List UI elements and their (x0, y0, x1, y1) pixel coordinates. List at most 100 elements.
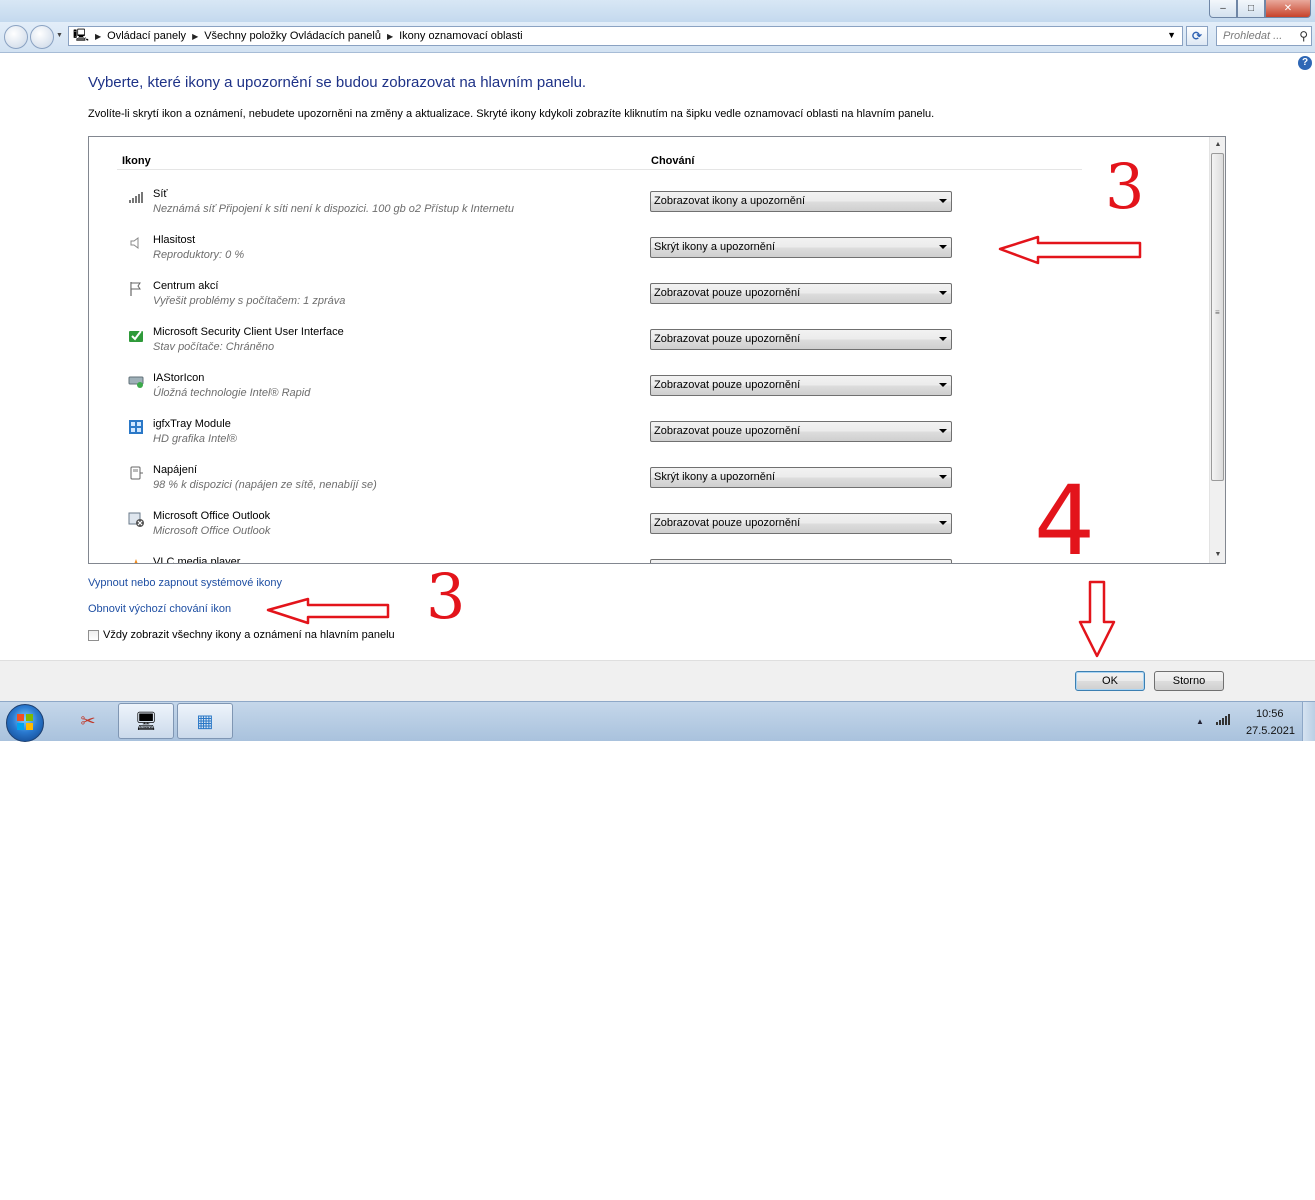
item-name: Microsoft Security Client User Interface (153, 326, 344, 338)
computer-tower-icon: 🖥 (134, 710, 158, 731)
item-name: IAStorIcon (153, 372, 205, 384)
clock-time[interactable]: 10:56 (1256, 708, 1284, 720)
item-name: Microsoft Office Outlook (153, 510, 271, 522)
behavior-select[interactable]: Zobrazovat pouze upozornění (650, 329, 952, 350)
start-button[interactable] (6, 704, 44, 742)
recent-pages-chevron-icon[interactable]: ▼ (56, 32, 63, 39)
breadcrumb-all-items[interactable]: Všechny položky Ovládacích panelů (204, 30, 381, 42)
item-name: Hlasitost (153, 234, 196, 246)
item-name: Napájení (153, 464, 198, 476)
list-item: Microsoft Security Client User Interface… (89, 322, 1209, 368)
search-icon[interactable]: ⚲ (1299, 29, 1308, 43)
dialog-footer: OK Storno (0, 660, 1315, 702)
dropdown-arrow-icon (939, 521, 947, 525)
breadcrumb-separator-icon[interactable]: ▶ (192, 32, 198, 41)
scroll-down-icon[interactable]: ▼ (1210, 547, 1225, 563)
show-desktop-button[interactable] (1302, 702, 1315, 741)
help-icon[interactable]: ? (1298, 56, 1312, 70)
dropdown-arrow-icon (939, 475, 947, 479)
taskbar: ✂ 🖥 ▦ ▲ 10:56 27.5.2021 (0, 701, 1315, 742)
grip-icon: ≡ (1215, 308, 1220, 317)
scroll-thumb[interactable]: ≡ (1211, 153, 1224, 481)
item-description: Reproduktory: 0 % (153, 249, 245, 261)
annotation-arrow-down (1078, 580, 1116, 658)
forward-button[interactable] (30, 25, 54, 49)
taskbar-control-panel[interactable]: ▦ (177, 703, 233, 739)
item-description: Úložná technologie Intel® Rapid (153, 387, 311, 399)
behavior-select[interactable]: Zobrazovat pouze upozornění (650, 375, 952, 396)
behavior-select[interactable]: Zobrazovat pouze upozornění (650, 421, 952, 442)
cancel-button[interactable]: Storno (1154, 671, 1224, 691)
header-divider (117, 169, 1082, 170)
speaker-icon (127, 234, 145, 252)
search-input[interactable]: Prohledat ... ⚲ (1216, 26, 1312, 46)
item-description: Neznámá síť Připojení k síti není k disp… (153, 203, 514, 215)
item-name: Síť (153, 188, 168, 200)
vlc-cone-icon (127, 556, 145, 563)
behavior-select[interactable]: Zobrazovat ikony a upozornění (650, 191, 952, 212)
show-hidden-icons-chevron-icon[interactable]: ▲ (1196, 717, 1204, 726)
tray-network-icon[interactable] (1215, 713, 1231, 728)
navigation-bar: ▼ 🖳 ▶ Ovládací panely ▶ Všechny položky … (0, 22, 1315, 53)
behavior-select[interactable]: Zobrazovat pouze upozornění (650, 283, 952, 304)
windows-logo-icon (17, 714, 33, 730)
taskbar-snipping-tool[interactable]: ✂ (60, 703, 116, 739)
control-panel-icon: ▦ (196, 710, 214, 731)
window-titlebar: – □ ✕ (0, 0, 1315, 22)
behavior-select[interactable]: Skrýt ikony a upozornění (650, 237, 952, 258)
item-description: HD grafika Intel® (153, 433, 237, 445)
ok-button[interactable]: OK (1075, 671, 1145, 691)
control-panel-icon: 🖳 (73, 27, 90, 42)
refresh-button[interactable]: ⟳ (1186, 26, 1208, 46)
dropdown-arrow-icon (939, 245, 947, 249)
column-header-icons: Ikony (122, 155, 151, 167)
restore-defaults-link[interactable]: Obnovit výchozí chování ikon (88, 603, 231, 615)
taskbar-explorer[interactable]: 🖥 (118, 703, 174, 739)
dropdown-arrow-icon (939, 291, 947, 295)
behavior-select[interactable]: Zobrazovat pouze upozornění (650, 513, 952, 534)
annotation-arrow-bottom (266, 597, 390, 625)
graphics-icon (127, 418, 145, 436)
minimize-button[interactable]: – (1209, 0, 1237, 18)
address-dropdown-icon[interactable]: ▼ (1167, 30, 1176, 40)
column-header-behavior: Chování (651, 155, 695, 167)
item-description: 98 % k dispozici (napájen ze sítě, nenab… (153, 479, 377, 491)
dropdown-arrow-icon (939, 199, 947, 203)
dropdown-arrow-icon (939, 429, 947, 433)
annotation-marker-3-bottom: 3 (426, 560, 466, 633)
breadcrumb-separator-icon[interactable]: ▶ (95, 32, 101, 41)
close-button[interactable]: ✕ (1265, 0, 1311, 18)
toggle-system-icons-link[interactable]: Vypnout nebo zapnout systémové ikony (88, 577, 282, 589)
item-name: Centrum akcí (153, 280, 219, 292)
refresh-icon: ⟳ (1191, 29, 1203, 43)
search-placeholder: Prohledat ... (1223, 30, 1283, 42)
scroll-up-icon[interactable]: ▲ (1210, 137, 1225, 153)
page-title: Vyberte, které ikony a upozornění se bud… (88, 74, 587, 91)
annotation-marker-4: 4 (1034, 465, 1096, 577)
signal-bars-icon (127, 188, 145, 206)
flag-icon (127, 280, 145, 298)
back-button[interactable] (4, 25, 28, 49)
item-name: igfxTray Module (153, 418, 231, 430)
maximize-button[interactable]: □ (1237, 0, 1265, 18)
list-item: IAStorIcon Úložná technologie Intel® Rap… (89, 368, 1209, 414)
clock-date[interactable]: 27.5.2021 (1246, 725, 1295, 737)
storage-icon (127, 372, 145, 390)
item-description: Microsoft Office Outlook (153, 525, 271, 537)
address-bar[interactable]: 🖳 ▶ Ovládací panely ▶ Všechny položky Ov… (68, 26, 1183, 46)
scissors-icon: ✂ (80, 710, 96, 731)
item-description: Stav počítače: Chráněno (153, 341, 275, 353)
outlook-icon (127, 510, 145, 528)
power-plug-icon (127, 464, 145, 482)
behavior-select[interactable] (650, 559, 952, 563)
breadcrumb-separator-icon[interactable]: ▶ (387, 32, 393, 41)
breadcrumb-control-panel[interactable]: Ovládací panely (107, 30, 186, 42)
item-name: VLC media player (153, 556, 241, 564)
vertical-scrollbar[interactable]: ▲ ≡ ▼ (1209, 137, 1225, 563)
always-show-checkbox[interactable] (88, 629, 99, 641)
shield-check-icon (127, 326, 145, 344)
list-item: Centrum akcí Vyřešit problémy s počítače… (89, 276, 1209, 322)
behavior-select[interactable]: Skrýt ikony a upozornění (650, 467, 952, 488)
breadcrumb-notification-icons[interactable]: Ikony oznamovací oblasti (399, 30, 523, 42)
dropdown-arrow-icon (939, 383, 947, 387)
